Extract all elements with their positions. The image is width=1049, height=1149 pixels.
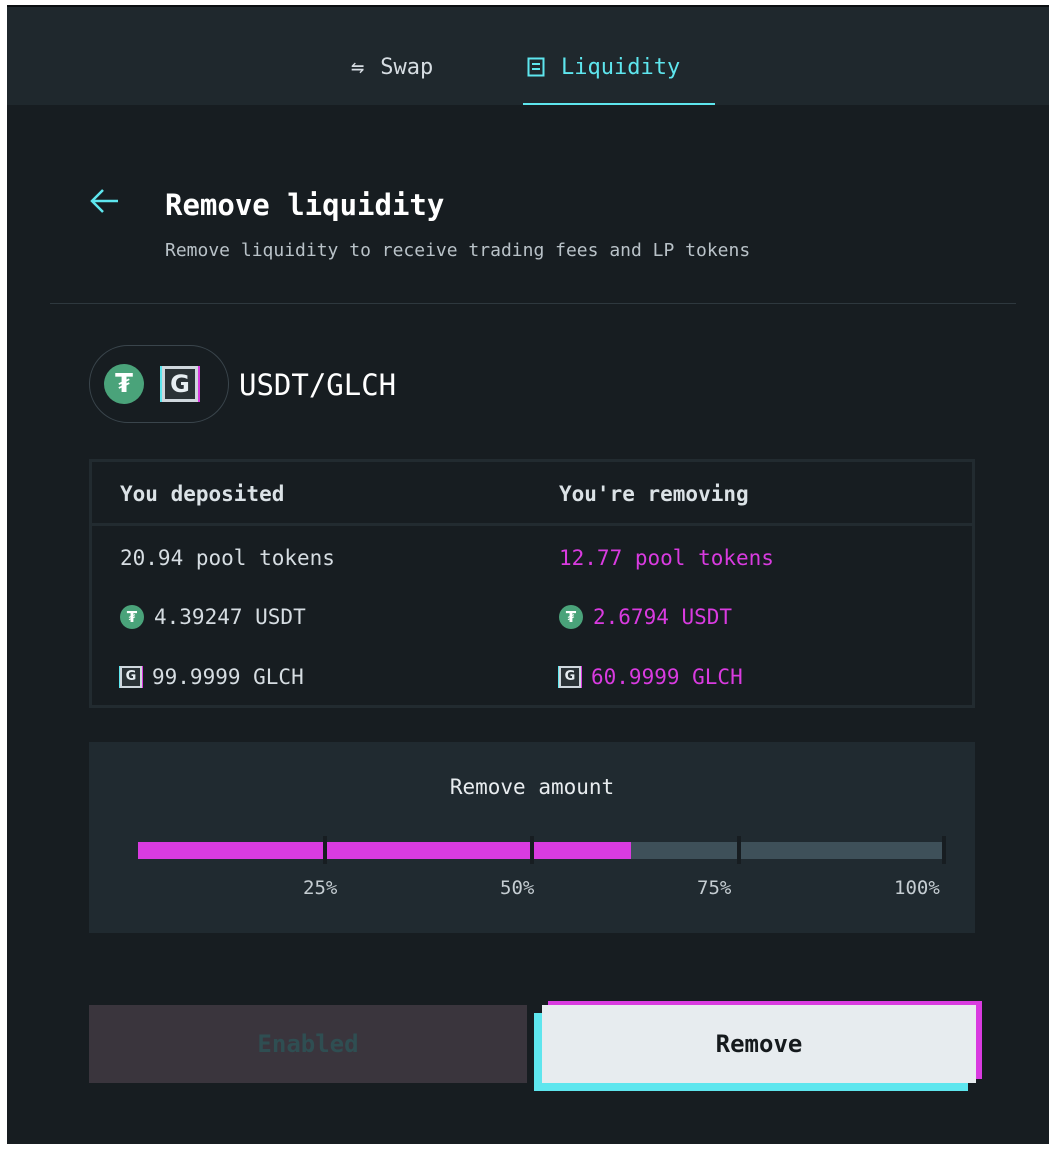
slider-tick-75 bbox=[737, 836, 741, 864]
removing-header: You're removing bbox=[559, 482, 749, 506]
app-frame: ⇋ Swap Liquidity Remove liquidity Remove… bbox=[7, 5, 1049, 1144]
page-title: Remove liquidity bbox=[165, 188, 445, 222]
deposited-glch-value: 99.9999 GLCH bbox=[152, 665, 304, 689]
glch-icon: G bbox=[559, 666, 581, 688]
removing-usdt-value: 2.6794 USDT bbox=[593, 605, 733, 629]
liquidity-summary-table: You deposited You're removing 20.94 pool… bbox=[89, 459, 975, 708]
slider-tick-25 bbox=[323, 836, 327, 864]
tab-swap-label: Swap bbox=[380, 55, 434, 80]
swap-arrows-icon: ⇋ bbox=[351, 55, 365, 80]
removing-glch: G 60.9999 GLCH bbox=[559, 664, 743, 690]
removing-glch-value: 60.9999 GLCH bbox=[591, 665, 743, 689]
slider-tick-100 bbox=[942, 836, 946, 864]
remove-button[interactable]: Remove bbox=[542, 1005, 976, 1083]
tick-label-75: 75% bbox=[697, 877, 732, 899]
remove-amount-label: Remove amount bbox=[449, 775, 615, 799]
pair-name: USDT/GLCH bbox=[239, 368, 397, 402]
deposited-pool-tokens: 20.94 pool tokens bbox=[120, 545, 335, 571]
tick-label-50: 50% bbox=[500, 877, 535, 899]
deposited-glch: G 99.9999 GLCH bbox=[120, 664, 304, 690]
usdt-icon: ₮ bbox=[120, 605, 144, 629]
pair-icons: ₮ G bbox=[89, 345, 229, 423]
tick-label-100: 100% bbox=[894, 877, 940, 899]
usdt-token-icon: ₮ bbox=[104, 364, 144, 404]
tick-label-25: 25% bbox=[303, 877, 338, 899]
top-nav: ⇋ Swap Liquidity bbox=[7, 7, 1049, 105]
tab-swap[interactable]: ⇋ Swap bbox=[351, 55, 433, 105]
removing-pool-tokens-value: 12.77 pool tokens bbox=[559, 546, 774, 570]
deposited-header: You deposited bbox=[120, 482, 285, 506]
table-header: You deposited You're removing bbox=[92, 462, 972, 526]
slider-fill bbox=[138, 842, 631, 859]
enabled-button[interactable]: Enabled bbox=[89, 1005, 527, 1083]
glch-icon: G bbox=[120, 666, 142, 688]
deposited-usdt-value: 4.39247 USDT bbox=[154, 605, 306, 629]
glch-token-icon: G bbox=[162, 366, 198, 402]
remove-amount-slider[interactable] bbox=[138, 836, 946, 864]
tab-liquidity-label: Liquidity bbox=[561, 55, 681, 80]
slider-tick-50 bbox=[530, 836, 534, 864]
liquidity-icon bbox=[527, 57, 545, 82]
back-arrow-icon[interactable] bbox=[89, 187, 119, 219]
tab-liquidity[interactable]: Liquidity bbox=[523, 55, 715, 105]
usdt-icon: ₮ bbox=[559, 605, 583, 629]
page-subtitle: Remove liquidity to receive trading fees… bbox=[165, 240, 751, 261]
deposited-pool-tokens-value: 20.94 pool tokens bbox=[120, 546, 335, 570]
removing-pool-tokens: 12.77 pool tokens bbox=[559, 545, 774, 571]
removing-usdt: ₮ 2.6794 USDT bbox=[559, 604, 732, 630]
remove-amount-panel: Remove amount 25% 50% 75% 100% bbox=[89, 742, 975, 933]
divider bbox=[50, 303, 1016, 304]
deposited-usdt: ₮ 4.39247 USDT bbox=[120, 604, 306, 630]
